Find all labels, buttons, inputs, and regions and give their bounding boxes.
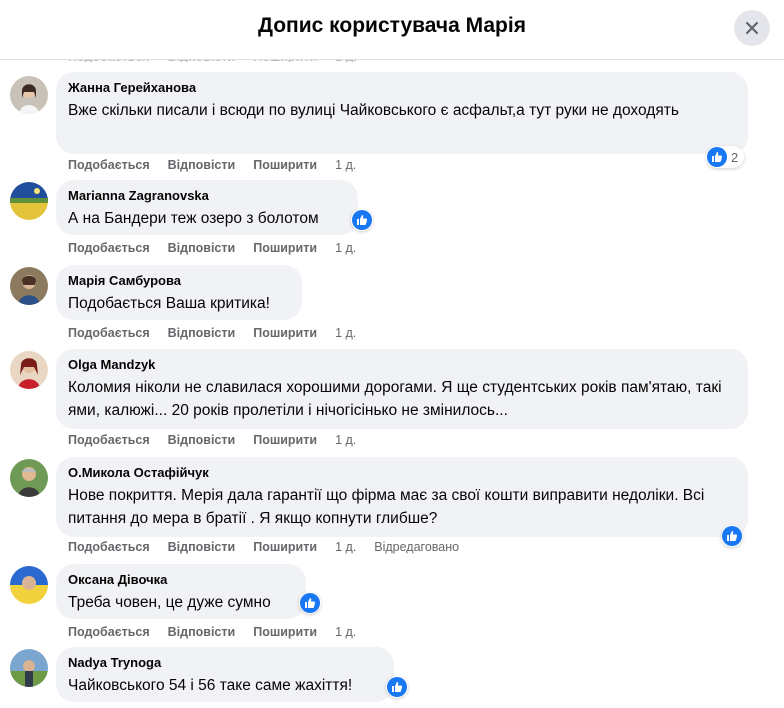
field-avatar-icon (10, 649, 48, 687)
reaction-badge[interactable] (721, 525, 743, 547)
reply-action[interactable]: Відповісти (168, 241, 236, 255)
reply-action[interactable]: Відповісти (168, 625, 236, 639)
edited-label: Відредаговано (374, 540, 460, 554)
share-action[interactable]: Поширити (253, 625, 317, 639)
comment-author[interactable]: Nadya Trynoga (68, 655, 382, 670)
avatar[interactable] (10, 566, 48, 604)
comment-text: Подобається Ваша критика! (68, 295, 270, 312)
page-title: Допис користувача Марія (258, 14, 526, 37)
comment-actions: Подобається Відповісти Поширити 1 д. Відреда… (68, 540, 459, 554)
like-icon (722, 526, 742, 546)
woman-folk-avatar-icon (10, 351, 48, 389)
comment-time[interactable]: 1 д. (335, 158, 356, 172)
comment-text: Чайковського 54 і 56 таке саме жахіття! (68, 677, 353, 694)
comment-actions: Подобається Відповісти Поширити 1 д. (68, 158, 374, 172)
like-count: 2 (731, 149, 739, 165)
share-action[interactable]: Поширити (253, 540, 317, 554)
portrait-avatar-icon (10, 267, 48, 305)
like-action[interactable]: Подобається (68, 158, 150, 172)
comment-author[interactable]: Марія Самбурова (68, 273, 290, 288)
close-icon (745, 21, 759, 35)
comment-text: Нове покриття. Мерія дала гарантії що фі… (68, 487, 705, 527)
comment-text: А на Бандери теж озеро з болотом (68, 210, 319, 227)
avatar[interactable] (10, 267, 48, 305)
reply-action[interactable]: Відповісти (168, 326, 236, 340)
share-action[interactable]: Поширити (253, 241, 317, 255)
avatar[interactable] (10, 351, 48, 389)
comment-author[interactable]: Оксана Дівочка (68, 572, 294, 587)
comment-author[interactable]: Olga Mandzyk (68, 357, 736, 372)
reaction-badge[interactable] (351, 209, 373, 231)
comment-time[interactable]: 1 д. (335, 625, 356, 639)
reply-action[interactable]: Відповісти (168, 433, 236, 447)
reaction-badge[interactable] (299, 592, 321, 614)
dialog-header: Допис користувача Марія (0, 0, 784, 60)
like-action[interactable]: Подобається (68, 326, 150, 340)
like-action[interactable]: Подобається (68, 433, 150, 447)
reply-action[interactable]: Відповісти (168, 540, 236, 554)
like-icon (352, 210, 372, 230)
like-action[interactable]: Подобається (68, 625, 150, 639)
like-icon (707, 147, 727, 167)
man-outdoor-avatar-icon (10, 459, 48, 497)
comment-text: Вже скільки писали і всюди по вулиці Чай… (68, 102, 679, 119)
comment-bubble: Марія Самбурова Подобається Ваша критика… (56, 265, 302, 320)
comment-time[interactable]: 1 д. (335, 540, 356, 554)
comment-time[interactable]: 1 д. (335, 326, 356, 340)
comment-actions: Подобається Відповісти Поширити 1 д. (68, 326, 374, 340)
comment-bubble: Жанна Герейханова Вже скільки писали і в… (56, 72, 748, 154)
reaction-badge[interactable] (386, 676, 408, 698)
comment-bubble: Olga Mandzyk Коломия ніколи не славилася… (56, 349, 748, 429)
like-action[interactable]: Подобається (68, 540, 150, 554)
comment-author[interactable]: О.Микола Остафійчук (68, 465, 736, 480)
comment-time[interactable]: 1 д. (335, 433, 356, 447)
reply-action[interactable]: Відповісти (168, 158, 236, 172)
comment-bubble: Nadya Trynoga Чайковського 54 і 56 таке … (56, 647, 394, 702)
comment-bubble: Оксана Дівочка Треба човен, це дуже сумн… (56, 564, 306, 619)
close-button[interactable] (734, 10, 770, 46)
woman-portrait-avatar-icon (10, 76, 48, 114)
comment-text: Треба човен, це дуже сумно (68, 594, 271, 611)
comment-author[interactable]: Жанна Герейханова (68, 80, 736, 95)
avatar[interactable] (10, 76, 48, 114)
share-action[interactable]: Поширити (253, 433, 317, 447)
avatar[interactable] (10, 182, 48, 220)
comment-actions: Подобається Відповісти Поширити 1 д. (68, 433, 374, 447)
like-icon (387, 677, 407, 697)
flag-avatar-icon (10, 566, 48, 604)
comment-actions: Подобається Відповісти Поширити 1 д. (68, 241, 374, 255)
comment-author[interactable]: Marianna Zagranovska (68, 188, 346, 203)
like-action[interactable]: Подобається (68, 241, 150, 255)
reaction-badge[interactable]: 2 (706, 146, 745, 168)
share-action[interactable]: Поширити (253, 326, 317, 340)
like-icon (300, 593, 320, 613)
landscape-avatar-icon (10, 182, 48, 220)
comment-time[interactable]: 1 д. (335, 241, 356, 255)
comment-bubble: Marianna Zagranovska А на Бандери теж оз… (56, 180, 358, 235)
comment-text: Коломия ніколи не славилася хорошими дор… (68, 379, 722, 419)
comment-bubble: О.Микола Остафійчук Нове покриття. Мерія… (56, 457, 748, 537)
avatar[interactable] (10, 649, 48, 687)
comment-actions: Подобається Відповісти Поширити 1 д. (68, 625, 374, 639)
avatar[interactable] (10, 459, 48, 497)
share-action[interactable]: Поширити (253, 158, 317, 172)
